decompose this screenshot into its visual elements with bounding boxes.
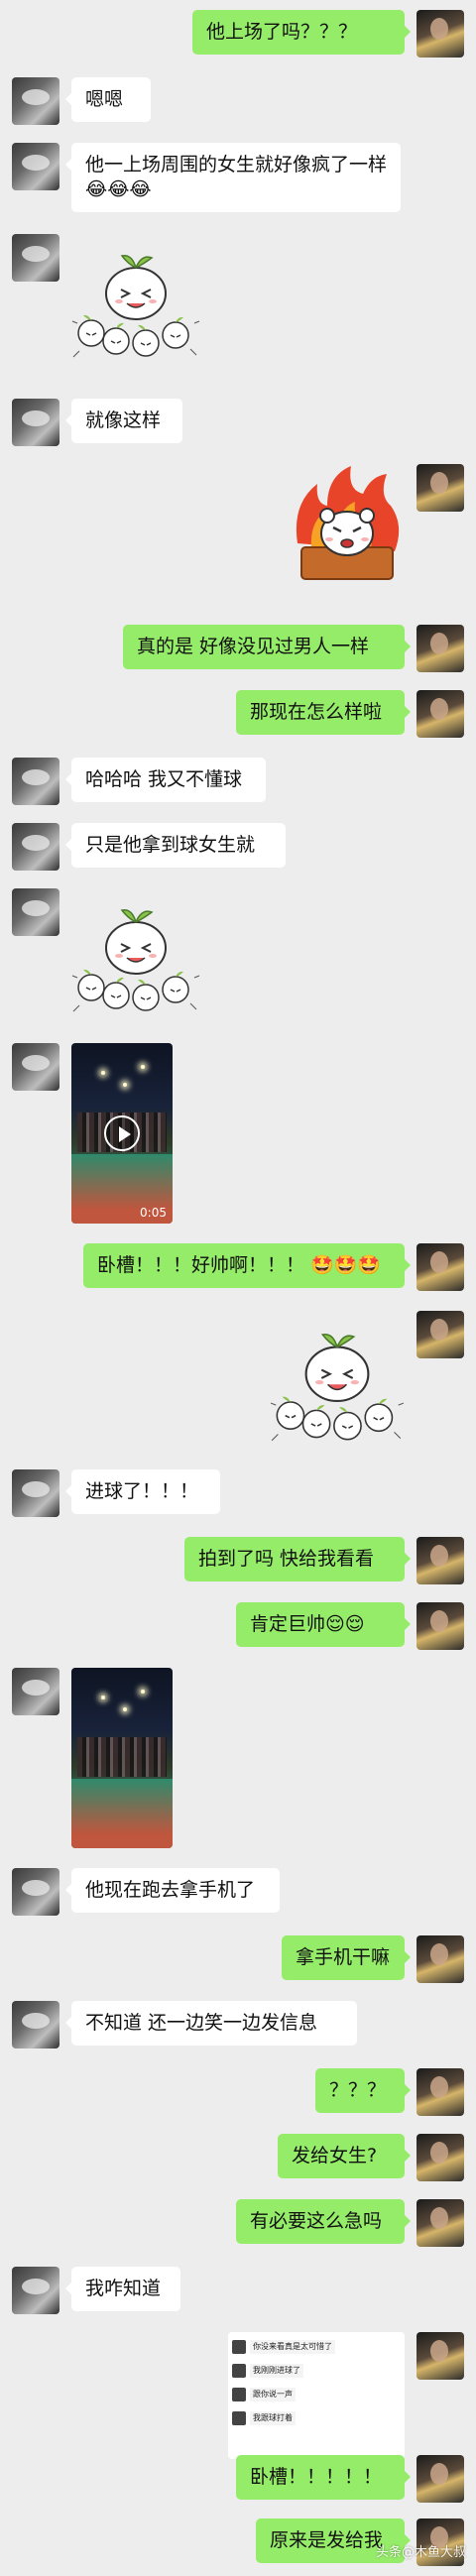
my-avatar[interactable] xyxy=(416,2332,464,2380)
screenshot-line: 我跟球打着 xyxy=(232,2411,381,2427)
friend-avatar[interactable] xyxy=(12,758,60,805)
message-row: 0:05 xyxy=(0,1043,476,1224)
photo-message[interactable] xyxy=(71,1668,173,1848)
screenshot-line: 跟你说一声 xyxy=(232,2388,381,2403)
screenshot-avatar xyxy=(232,2340,246,2354)
message-row: 卧槽！！！！！ xyxy=(0,2455,476,2503)
screenshot-avatar xyxy=(232,2388,246,2401)
message-row: 你没来看真是太可惜了 我刚刚进球了 跟你说一声我跟球打着 xyxy=(0,2332,476,2459)
message-bubble[interactable]: 他上场了吗？？？ xyxy=(192,10,411,55)
screenshot-line: 我刚刚进球了 xyxy=(232,2364,381,2380)
message-row: 拿手机干嘛 xyxy=(0,1935,476,1983)
my-avatar[interactable] xyxy=(416,1537,464,1584)
message-row xyxy=(0,464,476,587)
message-bubble[interactable]: 只是他拿到球女生就 xyxy=(65,823,286,868)
message-row: 他一上场周围的女生就好像疯了一样😂😂😂 xyxy=(0,143,476,214)
message-row xyxy=(0,1311,476,1448)
sprout-bun-laughing-crowd-sticker[interactable] xyxy=(71,888,200,1017)
sprout-bun-laughing-crowd-sticker[interactable] xyxy=(71,234,200,363)
my-avatar[interactable] xyxy=(416,1935,464,1983)
message-row: 哈哈哈 我又不懂球 xyxy=(0,758,476,805)
friend-avatar[interactable] xyxy=(12,143,60,190)
my-avatar[interactable] xyxy=(416,690,464,738)
message-bubble[interactable]: 那现在怎么样啦 xyxy=(236,690,411,735)
play-icon[interactable] xyxy=(104,1115,140,1151)
message-bubble[interactable]: 嗯嗯 xyxy=(65,77,151,122)
message-row: 不知道 还一边笑一边发信息 xyxy=(0,2001,476,2049)
message-row: 就像这样 xyxy=(0,399,476,446)
bear-flames-angry-sticker[interactable] xyxy=(288,464,405,587)
screenshot-text: 你没来看真是太可惜了 xyxy=(250,2340,335,2354)
message-row: 进球了！！！ xyxy=(0,1469,476,1517)
friend-avatar[interactable] xyxy=(12,399,60,446)
friend-avatar[interactable] xyxy=(12,1043,60,1091)
screenshot-avatar xyxy=(232,2411,246,2425)
message-bubble[interactable]: 他一上场周围的女生就好像疯了一样😂😂😂 xyxy=(65,143,401,212)
message-row: 发给女生? xyxy=(0,2134,476,2181)
message-bubble[interactable]: 不知道 还一边笑一边发信息 xyxy=(65,2001,357,2046)
screenshot-text: 我刚刚进球了 xyxy=(250,2364,303,2378)
message-row: 有必要这么急吗 xyxy=(0,2199,476,2247)
message-row: 真的是 好像没见过男人一样 xyxy=(0,625,476,672)
chat-screenshot-image[interactable]: 你没来看真是太可惜了 我刚刚进球了 跟你说一声我跟球打着 xyxy=(228,2332,405,2459)
message-bubble[interactable]: 哈哈哈 我又不懂球 xyxy=(65,758,266,802)
friend-avatar[interactable] xyxy=(12,823,60,871)
screenshot-line: 你没来看真是太可惜了 xyxy=(232,2340,381,2356)
my-avatar[interactable] xyxy=(416,1243,464,1291)
my-avatar[interactable] xyxy=(416,2455,464,2503)
screenshot-avatar xyxy=(232,2364,246,2378)
message-bubble[interactable]: ？？？ xyxy=(315,2068,411,2113)
message-row: 肯定巨帅😌😌 xyxy=(0,1602,476,1650)
friend-avatar[interactable] xyxy=(12,77,60,125)
message-bubble[interactable]: 他现在跑去拿手机了 xyxy=(65,1868,280,1913)
video-message[interactable]: 0:05 xyxy=(71,1043,173,1224)
message-bubble[interactable]: 我咋知道 xyxy=(65,2267,180,2311)
message-bubble[interactable]: 拍到了吗 快给我看看 xyxy=(184,1537,411,1581)
message-bubble[interactable]: 拿手机干嘛 xyxy=(282,1935,411,1980)
message-row xyxy=(0,234,476,363)
message-row: 卧槽！！！好帅啊！！！ 🤩🤩🤩 xyxy=(0,1243,476,1291)
message-bubble[interactable]: 发给女生? xyxy=(278,2134,411,2178)
message-row: 他现在跑去拿手机了 xyxy=(0,1868,476,1916)
message-row: ？？？ xyxy=(0,2068,476,2116)
message-bubble[interactable]: 真的是 好像没见过男人一样 xyxy=(123,625,411,669)
my-avatar[interactable] xyxy=(416,625,464,672)
friend-avatar[interactable] xyxy=(12,234,60,282)
friend-avatar[interactable] xyxy=(12,1469,60,1517)
friend-avatar[interactable] xyxy=(12,888,60,936)
message-row xyxy=(0,1668,476,1848)
message-row: 他上场了吗？？？ xyxy=(0,10,476,58)
message-row xyxy=(0,888,476,1017)
message-row: 我咋知道 xyxy=(0,2267,476,2314)
message-row: 那现在怎么样啦 xyxy=(0,690,476,738)
sprout-bun-cheering-sticker[interactable] xyxy=(270,1311,405,1448)
message-bubble[interactable]: 有必要这么急吗 xyxy=(236,2199,411,2244)
my-avatar[interactable] xyxy=(416,1602,464,1650)
screenshot-text: 我跟球打着 xyxy=(250,2411,296,2425)
message-bubble[interactable]: 就像这样 xyxy=(65,399,182,443)
my-avatar[interactable] xyxy=(416,2134,464,2181)
watermark: 头条@木鱼大叔 xyxy=(375,2545,466,2560)
chat-window: 他上场了吗？？？ 嗯嗯他一上场周围的女生就好像疯了一样😂😂😂 就像这样 真的是 好… xyxy=(0,0,476,2576)
my-avatar[interactable] xyxy=(416,464,464,512)
friend-avatar[interactable] xyxy=(12,1668,60,1715)
message-bubble[interactable]: 卧槽！！！好帅啊！！！ 🤩🤩🤩 xyxy=(83,1243,411,1288)
message-row: 拍到了吗 快给我看看 xyxy=(0,1537,476,1584)
friend-avatar[interactable] xyxy=(12,2001,60,2049)
message-row: 只是他拿到球女生就 xyxy=(0,823,476,871)
my-avatar[interactable] xyxy=(416,2068,464,2116)
friend-avatar[interactable] xyxy=(12,1868,60,1916)
message-bubble[interactable]: 肯定巨帅😌😌 xyxy=(236,1602,411,1647)
video-duration: 0:05 xyxy=(140,1206,167,1220)
friend-avatar[interactable] xyxy=(12,2267,60,2314)
my-avatar[interactable] xyxy=(416,10,464,58)
my-avatar[interactable] xyxy=(416,1311,464,1358)
screenshot-text: 跟你说一声 xyxy=(250,2388,296,2401)
my-avatar[interactable] xyxy=(416,2199,464,2247)
message-bubble[interactable]: 进球了！！！ xyxy=(65,1469,220,1514)
message-row: 嗯嗯 xyxy=(0,77,476,125)
message-bubble[interactable]: 卧槽！！！！！ xyxy=(236,2455,411,2500)
